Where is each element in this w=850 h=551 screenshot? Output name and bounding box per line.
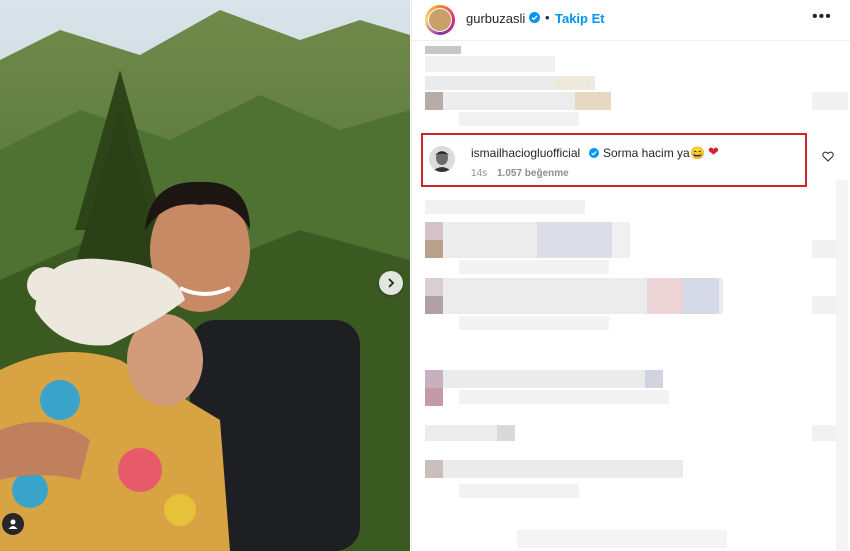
blurred-block (443, 370, 663, 388)
heart-emoji: ❤ (708, 144, 719, 159)
blurred-block (517, 530, 727, 548)
blurred-block (497, 425, 515, 441)
blurred-block (537, 222, 612, 258)
blurred-block (425, 56, 555, 72)
blurred-block (459, 112, 579, 126)
blurred-block (425, 200, 585, 214)
more-options-icon[interactable]: ••• (812, 8, 832, 26)
verified-badge-icon (589, 148, 599, 158)
blurred-block (459, 484, 579, 498)
comment-time: 14s (471, 168, 488, 179)
blurred-block (683, 278, 719, 314)
blurred-block (425, 278, 443, 296)
blurred-block (425, 460, 443, 478)
blurred-block (555, 76, 591, 90)
comment-text: Sorma hacim ya (603, 146, 690, 160)
next-photo-button[interactable] (379, 271, 403, 295)
grin-emoji: 😄 (690, 146, 705, 160)
blurred-block (459, 316, 609, 330)
blurred-block (645, 370, 663, 388)
photo-illustration (0, 0, 410, 551)
commenter-avatar-image (429, 146, 455, 172)
blurred-block (459, 260, 609, 274)
blurred-block (459, 390, 669, 404)
blurred-block (425, 222, 443, 240)
blurred-block (443, 460, 683, 478)
chevron-right-icon (388, 278, 395, 288)
blurred-block (425, 240, 443, 258)
scrollbar[interactable] (836, 180, 848, 551)
verified-badge-icon (529, 12, 540, 23)
author-avatar[interactable] (425, 5, 455, 35)
user-tag-button[interactable] (2, 513, 24, 535)
user-tag-icon (8, 519, 18, 529)
post-photo (0, 0, 410, 551)
blurred-block (425, 92, 443, 110)
blurred-block (647, 278, 683, 314)
heart-outline-icon[interactable] (822, 151, 834, 162)
blurred-block (425, 370, 443, 388)
blurred-block (812, 92, 848, 110)
separator-dot: • (545, 10, 550, 25)
author-username[interactable]: gurbuzasli (466, 11, 525, 26)
blurred-block (575, 92, 611, 110)
blurred-block (612, 222, 630, 258)
comment-likes[interactable]: 1.057 beğenme (497, 168, 569, 179)
commenter-avatar[interactable] (429, 146, 455, 172)
blurred-block (425, 388, 443, 406)
follow-button[interactable]: Takip Et (555, 11, 605, 26)
blurred-block (425, 46, 461, 54)
blurred-block (425, 296, 443, 314)
author-avatar-image (428, 8, 452, 32)
comments-panel: gurbuzasli • Takip Et ••• ismailhacioglu… (411, 0, 850, 551)
post-header: gurbuzasli • Takip Et ••• (412, 0, 850, 41)
commenter-username[interactable]: ismailhaciogluofficial (471, 146, 580, 160)
